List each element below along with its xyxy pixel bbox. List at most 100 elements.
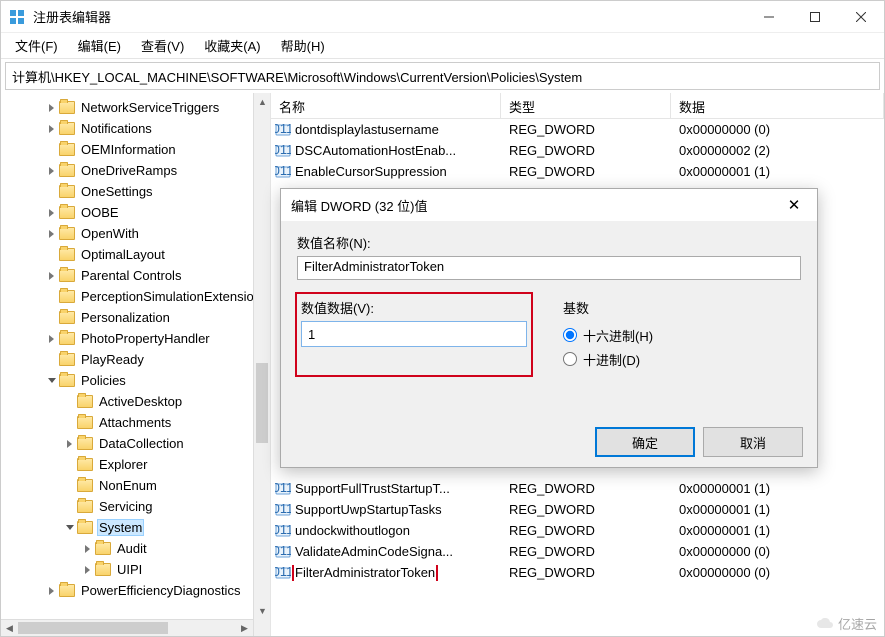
maximize-button[interactable] <box>792 1 838 33</box>
folder-icon <box>77 479 93 492</box>
menu-favorites[interactable]: 收藏夹(A) <box>196 33 268 58</box>
list-row[interactable]: 011undockwithoutlogonREG_DWORD0x00000001… <box>271 520 884 541</box>
list-row[interactable]: 011dontdisplaylastusernameREG_DWORD0x000… <box>271 119 884 140</box>
tree-item-label: Notifications <box>79 120 154 137</box>
tree-item[interactable]: ▶PlayReady <box>1 349 270 370</box>
tree-item[interactable]: OneDriveRamps <box>1 160 270 181</box>
chevron-down-icon[interactable] <box>63 521 77 535</box>
cancel-button[interactable]: 取消 <box>703 427 803 457</box>
svg-text:011: 011 <box>275 164 291 178</box>
tree-item[interactable]: ▶Servicing <box>1 496 270 517</box>
tree-item[interactable]: ▶OptimalLayout <box>1 244 270 265</box>
menu-file[interactable]: 文件(F) <box>7 33 66 58</box>
chevron-right-icon[interactable] <box>45 101 59 115</box>
minimize-button[interactable] <box>746 1 792 33</box>
list-row[interactable]: 011ValidateAdminCodeSigna...REG_DWORD0x0… <box>271 541 884 562</box>
list-row[interactable]: 011FilterAdministratorTokenREG_DWORD0x00… <box>271 562 884 583</box>
tree-item[interactable]: ▶OneSettings <box>1 181 270 202</box>
radio-dec[interactable]: 十进制(D) <box>563 347 653 371</box>
tree-item[interactable]: ▶Personalization <box>1 307 270 328</box>
tree-item[interactable]: PhotoPropertyHandler <box>1 328 270 349</box>
tree-item[interactable]: Notifications <box>1 118 270 139</box>
tree-item-label: OOBE <box>79 204 121 221</box>
tree-item[interactable]: Policies <box>1 370 270 391</box>
tree-item[interactable]: ▶ActiveDesktop <box>1 391 270 412</box>
value-name: ValidateAdminCodeSigna... <box>295 544 453 559</box>
close-button[interactable] <box>838 1 884 33</box>
tree-item[interactable]: PowerEfficiencyDiagnostics <box>1 580 270 601</box>
chevron-right-icon[interactable] <box>45 269 59 283</box>
tree-item-label: Parental Controls <box>79 267 183 284</box>
value-name: FilterAdministratorToken <box>295 565 435 580</box>
menubar: 文件(F) 编辑(E) 查看(V) 收藏夹(A) 帮助(H) <box>1 33 884 59</box>
value-data: 0x00000000 (0) <box>671 122 884 137</box>
edit-dword-dialog: 编辑 DWORD (32 位)值 ✕ 数值名称(N): FilterAdmini… <box>280 188 818 468</box>
ok-button[interactable]: 确定 <box>595 427 695 457</box>
folder-icon <box>59 269 75 282</box>
folder-icon <box>77 395 93 408</box>
tree-item[interactable]: NetworkServiceTriggers <box>1 97 270 118</box>
folder-icon <box>77 521 93 534</box>
window-title: 注册表编辑器 <box>33 7 746 26</box>
folder-icon <box>59 143 75 156</box>
folder-icon <box>59 206 75 219</box>
list-row[interactable]: 011DSCAutomationHostEnab...REG_DWORD0x00… <box>271 140 884 161</box>
tree-item[interactable]: ▶Attachments <box>1 412 270 433</box>
tree-scroll-thumb[interactable] <box>256 363 268 443</box>
tree-item[interactable]: Audit <box>1 538 270 559</box>
chevron-right-icon[interactable] <box>45 227 59 241</box>
tree-item[interactable]: DataCollection <box>1 433 270 454</box>
tree-item-label: NetworkServiceTriggers <box>79 99 221 116</box>
tree-item-label: OneSettings <box>79 183 155 200</box>
tree-scrollbar-vertical[interactable]: ▲ ▼ <box>253 93 270 636</box>
menu-help[interactable]: 帮助(H) <box>273 33 333 58</box>
chevron-right-icon[interactable] <box>45 332 59 346</box>
radio-hex[interactable]: 十六进制(H) <box>563 323 653 347</box>
tree-item[interactable]: Parental Controls <box>1 265 270 286</box>
tree-item-label: UIPI <box>115 561 144 578</box>
list-row[interactable]: 011SupportUwpStartupTasksREG_DWORD0x0000… <box>271 499 884 520</box>
chevron-right-icon[interactable] <box>81 563 95 577</box>
folder-icon <box>59 584 75 597</box>
value-name: DSCAutomationHostEnab... <box>295 143 456 158</box>
chevron-right-icon[interactable] <box>81 542 95 556</box>
tree-item[interactable]: System <box>1 517 270 538</box>
folder-icon <box>59 185 75 198</box>
chevron-right-icon[interactable] <box>45 122 59 136</box>
tree-scrollbar-horizontal[interactable]: ◀ ▶ <box>1 619 253 636</box>
tree-item-label: DataCollection <box>97 435 186 452</box>
folder-icon <box>77 500 93 513</box>
tree-item-label: PhotoPropertyHandler <box>79 330 212 347</box>
tree-item[interactable]: ▶NonEnum <box>1 475 270 496</box>
value-data-input[interactable] <box>301 321 527 347</box>
tree-item[interactable]: UIPI <box>1 559 270 580</box>
tree-item[interactable]: OOBE <box>1 202 270 223</box>
list-row[interactable]: 011EnableCursorSuppressionREG_DWORD0x000… <box>271 161 884 182</box>
svg-text:011: 011 <box>275 122 291 136</box>
chevron-right-icon[interactable] <box>45 164 59 178</box>
col-data[interactable]: 数据 <box>671 93 884 118</box>
col-name[interactable]: 名称 <box>271 93 501 118</box>
value-type: REG_DWORD <box>501 544 671 559</box>
value-type: REG_DWORD <box>501 122 671 137</box>
tree-scroll-thumb-h[interactable] <box>18 622 168 634</box>
menu-view[interactable]: 查看(V) <box>133 33 192 58</box>
dword-icon: 011 <box>275 565 291 581</box>
value-name: SupportFullTrustStartupT... <box>295 481 450 496</box>
dialog-close-button[interactable]: ✕ <box>771 189 817 221</box>
regedit-icon <box>9 9 25 25</box>
value-data-label: 数值数据(V): <box>301 298 527 317</box>
tree-item[interactable]: OpenWith <box>1 223 270 244</box>
chevron-right-icon[interactable] <box>63 437 77 451</box>
address-bar[interactable]: 计算机\HKEY_LOCAL_MACHINE\SOFTWARE\Microsof… <box>5 62 880 90</box>
list-row[interactable]: 011SupportFullTrustStartupT...REG_DWORD0… <box>271 478 884 499</box>
svg-text:011: 011 <box>275 502 291 516</box>
chevron-right-icon[interactable] <box>45 206 59 220</box>
tree-item[interactable]: ▶OEMInformation <box>1 139 270 160</box>
chevron-right-icon[interactable] <box>45 584 59 598</box>
tree-item[interactable]: ▶PerceptionSimulationExtensions <box>1 286 270 307</box>
menu-edit[interactable]: 编辑(E) <box>70 33 129 58</box>
col-type[interactable]: 类型 <box>501 93 671 118</box>
chevron-down-icon[interactable] <box>45 374 59 388</box>
tree-item[interactable]: ▶Explorer <box>1 454 270 475</box>
